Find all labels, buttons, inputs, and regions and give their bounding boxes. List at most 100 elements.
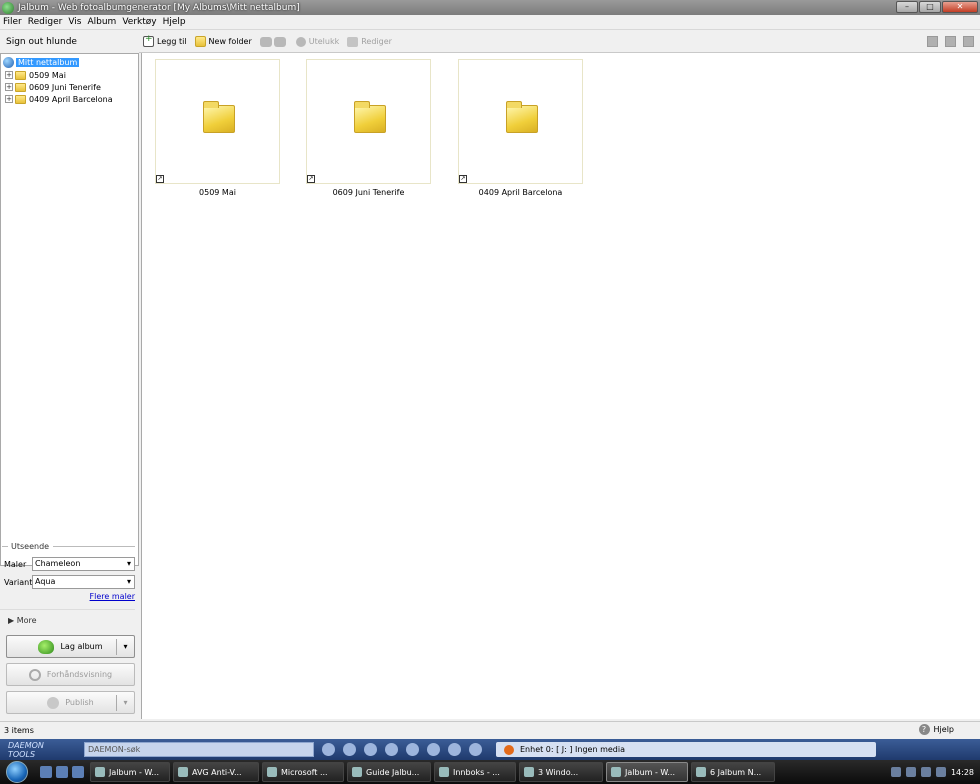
jalbum-icon <box>611 767 621 777</box>
expand-icon[interactable]: + <box>5 71 13 79</box>
folder-thumbnail[interactable]: ↗ <box>458 59 583 184</box>
menu-album[interactable]: Album <box>87 17 116 27</box>
exclude-button[interactable]: Utelukk <box>295 33 340 51</box>
folder-icon <box>15 82 26 92</box>
maximize-button[interactable]: □ <box>919 1 941 13</box>
tray-icon[interactable] <box>890 767 901 777</box>
more-skins-link[interactable]: Flere maler <box>0 592 139 601</box>
taskbar-item-active[interactable]: Jalbum - W... <box>606 762 688 782</box>
menu-help[interactable]: Hjelp <box>163 17 186 27</box>
publish-button[interactable]: Publish ▾ <box>6 691 135 714</box>
skin-select[interactable]: Chameleon <box>32 557 135 571</box>
folder-label: 0409 April Barcelona <box>478 188 563 197</box>
folder-thumbnail[interactable]: ↗ <box>155 59 280 184</box>
new-folder-button[interactable]: New folder <box>194 33 252 51</box>
new-folder-icon <box>194 36 206 47</box>
minimize-button[interactable]: – <box>896 1 918 13</box>
taskbar-item[interactable]: Jalbum - W... <box>90 762 170 782</box>
expand-icon[interactable]: + <box>5 95 13 103</box>
preview-view-icon[interactable] <box>963 36 974 47</box>
look-section: Utseende Maler Chameleon Variant Aqua Fl… <box>0 542 139 625</box>
publish-dropdown[interactable]: ▾ <box>116 695 134 711</box>
tray-icon[interactable] <box>905 767 916 777</box>
start-button[interactable] <box>0 760 34 784</box>
sign-out-link[interactable]: Sign out hlunde <box>0 31 139 53</box>
shortcut-arrow-icon: ↗ <box>307 175 315 183</box>
details-view-icon[interactable] <box>945 36 956 47</box>
look-section-title: Utseende <box>0 542 139 551</box>
edit-button[interactable]: Rediger <box>347 33 392 51</box>
daemon-tool-icon[interactable] <box>364 743 377 756</box>
add-icon <box>143 34 154 47</box>
menu-edit[interactable]: Rediger <box>28 17 63 27</box>
arrow-right-icon[interactable] <box>273 36 286 47</box>
daemon-tool-icon[interactable] <box>385 743 398 756</box>
daemon-tool-icon[interactable] <box>343 743 356 756</box>
virtual-device[interactable]: Enhet 0: [ J: ] Ingen media <box>496 742 876 757</box>
globe-icon <box>3 57 14 68</box>
item-count: 3 items <box>4 725 34 735</box>
expand-icon[interactable]: + <box>5 83 13 91</box>
help-button[interactable]: ? Hjelp <box>918 724 954 735</box>
tree-root[interactable]: Mitt nettalbum <box>3 56 138 69</box>
folder-label: 0609 Juni Tenerife <box>332 188 405 197</box>
preview-button[interactable]: Forhåndsvisning <box>6 663 135 686</box>
taskbar-item-label: Guide Jalbu... <box>366 767 420 777</box>
taskbar-item[interactable]: Guide Jalbu... <box>347 762 431 782</box>
daemon-tool-icon[interactable] <box>469 743 482 756</box>
taskbar-item[interactable]: Microsoft ... <box>262 762 344 782</box>
daemon-tool-icon[interactable] <box>427 743 440 756</box>
arrow-left-icon[interactable] <box>259 36 272 47</box>
daemon-tools-bar: DAEMON TOOLS DAEMON-søk Enhet 0: [ J: ] … <box>0 739 980 760</box>
taskbar-item-label: 6 Jalbum N... <box>710 767 762 777</box>
daemon-search-input[interactable]: DAEMON-søk <box>84 742 314 757</box>
menu-tools[interactable]: Verktøy <box>122 17 156 27</box>
tree-item[interactable]: + 0409 April Barcelona <box>5 93 138 105</box>
taskbar-item[interactable]: 3 Windo... <box>519 762 603 782</box>
tree-item[interactable]: + 0509 Mai <box>5 69 138 81</box>
daemon-tool-icon[interactable] <box>322 743 335 756</box>
album-tree[interactable]: Mitt nettalbum + 0509 Mai + 0609 Juni Te… <box>0 53 139 566</box>
device-icon <box>504 744 514 755</box>
daemon-tool-icon[interactable] <box>406 743 419 756</box>
exclude-label: Utelukk <box>308 37 340 46</box>
explorer-icon <box>524 767 534 777</box>
close-button[interactable]: ✕ <box>942 1 978 13</box>
tray-icon[interactable] <box>920 767 931 777</box>
media-player-icon[interactable] <box>72 766 84 778</box>
make-album-button[interactable]: Lag album ▾ <box>6 635 135 658</box>
more-toggle[interactable]: ▶ More <box>0 609 135 625</box>
view-mode-buttons <box>927 36 974 47</box>
taskbar-item[interactable]: 6 Jalbum N... <box>691 762 775 782</box>
switch-windows-icon[interactable] <box>56 766 68 778</box>
clock[interactable]: 14:28 <box>951 768 974 777</box>
make-album-dropdown[interactable]: ▾ <box>116 639 134 655</box>
tree-item-label: 0509 Mai <box>29 70 66 80</box>
show-desktop-icon[interactable] <box>40 766 52 778</box>
menu-file[interactable]: Filer <box>3 17 22 27</box>
window-title: Jalbum - Web fotoalbumgenerator [My Albu… <box>18 2 300 13</box>
daemon-tool-icon[interactable] <box>448 743 461 756</box>
daemon-logo: DAEMON TOOLS <box>8 740 44 759</box>
folder-icon <box>506 101 538 133</box>
move-buttons <box>259 33 288 51</box>
taskbar-item[interactable]: AVG Anti-V... <box>173 762 259 782</box>
grid-view-icon[interactable] <box>927 36 938 47</box>
add-button[interactable]: Legg til <box>143 33 187 51</box>
tree-item[interactable]: + 0609 Juni Tenerife <box>5 81 138 93</box>
title-bar: Jalbum - Web fotoalbumgenerator [My Albu… <box>0 0 980 15</box>
volume-icon[interactable] <box>935 767 946 777</box>
add-label: Legg til <box>157 37 187 46</box>
taskbar-item-label: Jalbum - W... <box>109 767 160 777</box>
ie-icon <box>95 767 105 777</box>
preview-label: Forhåndsvisning <box>46 670 113 679</box>
folder-icon <box>15 70 26 80</box>
daemon-icons <box>322 743 482 756</box>
document-icon <box>352 767 362 777</box>
variant-select[interactable]: Aqua <box>32 575 135 589</box>
folder-thumbnail[interactable]: ↗ <box>306 59 431 184</box>
make-album-label: Lag album <box>60 642 103 651</box>
left-panel: Sign out hlunde Mitt nettalbum + 0509 Ma… <box>0 31 139 719</box>
taskbar-item[interactable]: Innboks - ... <box>434 762 516 782</box>
menu-view[interactable]: Vis <box>68 17 81 27</box>
